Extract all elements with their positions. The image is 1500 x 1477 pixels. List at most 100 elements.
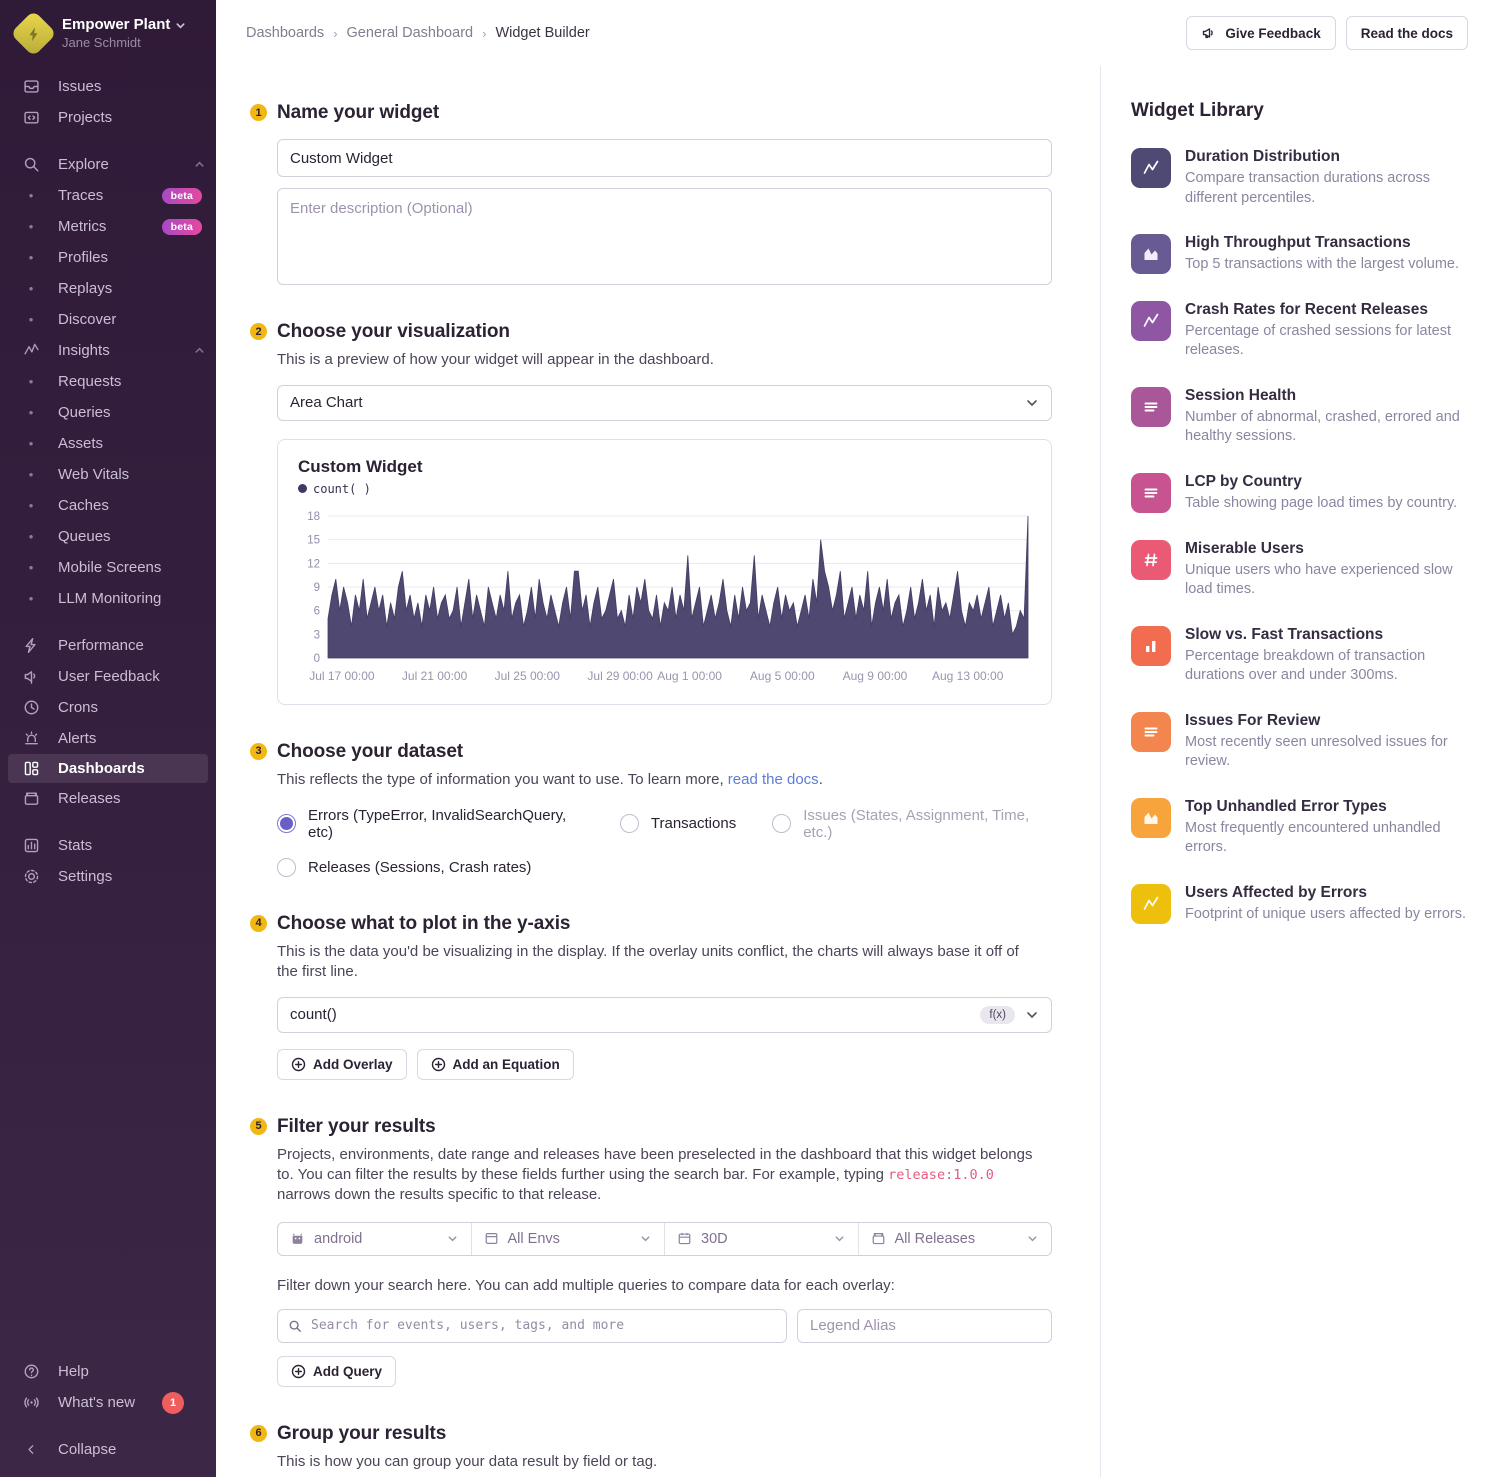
sidebar-item-dashboards[interactable]: Dashboards bbox=[8, 754, 208, 783]
sidebar-item-traces[interactable]: •Tracesbeta bbox=[0, 180, 216, 211]
filter-all-envs[interactable]: All Envs bbox=[471, 1223, 665, 1255]
sidebar-item-queries[interactable]: •Queries bbox=[0, 397, 216, 428]
chevron-up-icon[interactable] bbox=[193, 158, 206, 171]
library-item-issues-for-review[interactable]: Issues For ReviewMost recently seen unre… bbox=[1131, 712, 1470, 772]
svg-text:6: 6 bbox=[314, 606, 320, 618]
line-chart-glyph bbox=[1131, 148, 1171, 188]
help-icon bbox=[22, 1363, 40, 1380]
sidebar-item-performance[interactable]: Performance bbox=[0, 630, 216, 661]
step5-subtitle-tail: narrows down the results specific to tha… bbox=[277, 1186, 601, 1203]
library-item-duration-distribution[interactable]: Duration DistributionCompare transaction… bbox=[1131, 148, 1470, 208]
sidebar-item-releases[interactable]: Releases bbox=[0, 783, 216, 814]
library-item-text: Duration DistributionCompare transaction… bbox=[1185, 148, 1470, 208]
step2-title: Choose your visualization bbox=[277, 321, 1052, 343]
radio-icon[interactable] bbox=[277, 814, 296, 833]
sidebar-item-llm-monitoring[interactable]: •LLM Monitoring bbox=[0, 583, 216, 614]
bullet-icon: • bbox=[22, 459, 40, 490]
library-item-session-health[interactable]: Session HealthNumber of abnormal, crashe… bbox=[1131, 387, 1470, 447]
sidebar-item-replays[interactable]: •Replays bbox=[0, 273, 216, 304]
dataset-option-errors[interactable]: Errors (TypeError, InvalidSearchQuery, e… bbox=[277, 807, 584, 841]
yaxis-field-select[interactable]: count() f(x) bbox=[277, 997, 1052, 1033]
filter-30d[interactable]: 30D bbox=[664, 1223, 858, 1255]
sidebar-item-explore[interactable]: Explore bbox=[0, 149, 216, 180]
svg-text:Jul 21 00:00: Jul 21 00:00 bbox=[402, 669, 468, 683]
chevron-up-icon[interactable] bbox=[193, 344, 206, 357]
read-the-docs-link[interactable]: read the docs bbox=[728, 771, 819, 788]
collapse-icon bbox=[22, 1442, 40, 1457]
library-item-title: LCP by Country bbox=[1185, 473, 1457, 491]
sidebar-item-what-s-new[interactable]: What's new1 bbox=[0, 1387, 216, 1418]
visualization-select[interactable]: Area Chart bbox=[277, 385, 1052, 421]
sidebar-item-user-feedback[interactable]: User Feedback bbox=[0, 661, 216, 692]
filter-android[interactable]: android bbox=[278, 1223, 471, 1255]
breadcrumb-separator: › bbox=[482, 26, 486, 41]
library-item-title: Top Unhandled Error Types bbox=[1185, 798, 1470, 816]
radio-icon[interactable] bbox=[277, 858, 296, 877]
sidebar-item-issues[interactable]: Issues bbox=[0, 71, 216, 102]
step3-subtitle-text: This reflects the type of information yo… bbox=[277, 771, 728, 788]
read-the-docs-button[interactable]: Read the docs bbox=[1346, 16, 1468, 50]
legend-dot bbox=[298, 484, 307, 493]
breadcrumb-general-dashboard[interactable]: General Dashboard bbox=[347, 25, 474, 41]
sidebar-item-mobile-screens[interactable]: •Mobile Screens bbox=[0, 552, 216, 583]
library-item-users-affected-by-errors[interactable]: Users Affected by ErrorsFootprint of uni… bbox=[1131, 884, 1470, 925]
org-name-label: Empower Plant bbox=[62, 16, 170, 35]
dataset-option-transactions[interactable]: Transactions bbox=[620, 814, 736, 833]
give-feedback-button[interactable]: Give Feedback bbox=[1186, 16, 1335, 50]
breadcrumb-dashboards[interactable]: Dashboards bbox=[246, 25, 324, 41]
sidebar-item-metrics[interactable]: •Metricsbeta bbox=[0, 211, 216, 242]
library-item-slow-vs-fast-transactions[interactable]: Slow vs. Fast TransactionsPercentage bre… bbox=[1131, 626, 1470, 686]
library-item-description: Most frequently encountered unhandled er… bbox=[1185, 819, 1470, 858]
radio-icon[interactable] bbox=[620, 814, 639, 833]
widget-description-input[interactable] bbox=[277, 188, 1052, 285]
plus-circle-icon bbox=[431, 1057, 446, 1072]
sidebar-item-settings[interactable]: Settings bbox=[0, 861, 216, 892]
sidebar-item-assets[interactable]: •Assets bbox=[0, 428, 216, 459]
breadcrumb-separator: › bbox=[333, 26, 337, 41]
sidebar-item-web-vitals[interactable]: •Web Vitals bbox=[0, 459, 216, 490]
add-overlay-button[interactable]: Add Overlay bbox=[277, 1049, 407, 1080]
dataset-option-releases[interactable]: Releases (Sessions, Crash rates) bbox=[277, 858, 531, 877]
chevron-down-icon bbox=[1025, 1008, 1039, 1022]
sidebar-item-label: Explore bbox=[58, 156, 109, 173]
library-item-lcp-by-country[interactable]: LCP by CountryTable showing page load ti… bbox=[1131, 473, 1470, 514]
library-item-high-throughput-transactions[interactable]: High Throughput Transactions Top 5 transa… bbox=[1131, 234, 1470, 275]
library-item-title: Users Affected by Errors bbox=[1185, 884, 1466, 902]
sidebar-item-profiles[interactable]: •Profiles bbox=[0, 242, 216, 273]
filter-label: 30D bbox=[701, 1231, 728, 1247]
org-switcher[interactable]: Empower Plant Jane Schmidt bbox=[0, 0, 216, 65]
org-logo-icon bbox=[10, 10, 57, 57]
legend-label: count( ) bbox=[313, 482, 371, 496]
library-item-title: High Throughput Transactions bbox=[1185, 234, 1459, 252]
sidebar-item-alerts[interactable]: Alerts bbox=[0, 723, 216, 754]
filter-all-releases[interactable]: All Releases bbox=[858, 1223, 1052, 1255]
event-search-input[interactable] bbox=[277, 1309, 787, 1343]
widget-name-input[interactable] bbox=[277, 139, 1052, 177]
chevron-down-icon bbox=[1025, 396, 1039, 410]
legend-alias-input[interactable] bbox=[797, 1309, 1052, 1343]
performance-icon bbox=[22, 637, 40, 654]
sidebar-item-insights[interactable]: Insights bbox=[0, 335, 216, 366]
sidebar-item-queues[interactable]: •Queues bbox=[0, 521, 216, 552]
add-an-equation-button[interactable]: Add an Equation bbox=[417, 1049, 574, 1080]
sidebar-item-caches[interactable]: •Caches bbox=[0, 490, 216, 521]
sidebar-item-help[interactable]: Help bbox=[0, 1356, 216, 1387]
add-query-button[interactable]: Add Query bbox=[277, 1356, 396, 1387]
sidebar-item-projects[interactable]: Projects bbox=[0, 102, 216, 133]
release-code-example: release:1.0.0 bbox=[888, 1167, 994, 1183]
bullet-icon: • bbox=[22, 521, 40, 552]
sidebar-item-collapse[interactable]: Collapse bbox=[0, 1434, 216, 1465]
library-item-text: Top Unhandled Error Types Most frequently… bbox=[1185, 798, 1470, 858]
library-item-description: Percentage of crashed sessions for lates… bbox=[1185, 322, 1470, 361]
bullet-icon: • bbox=[22, 304, 40, 335]
library-item-description: Top 5 transactions with the largest volu… bbox=[1185, 255, 1459, 275]
sidebar-item-crons[interactable]: Crons bbox=[0, 692, 216, 723]
library-item-crash-rates-for-recent-releases[interactable]: Crash Rates for Recent ReleasesPercentag… bbox=[1131, 301, 1470, 361]
sidebar-item-stats[interactable]: Stats bbox=[0, 830, 216, 861]
sidebar-item-discover[interactable]: •Discover bbox=[0, 304, 216, 335]
bar-chart-glyph bbox=[1131, 626, 1171, 666]
sidebar-item-requests[interactable]: •Requests bbox=[0, 366, 216, 397]
library-item-miserable-users[interactable]: Miserable UsersUnique users who have exp… bbox=[1131, 540, 1470, 600]
chevron-down-icon bbox=[639, 1232, 652, 1245]
library-item-top-unhandled-error-types[interactable]: Top Unhandled Error Types Most frequently… bbox=[1131, 798, 1470, 858]
